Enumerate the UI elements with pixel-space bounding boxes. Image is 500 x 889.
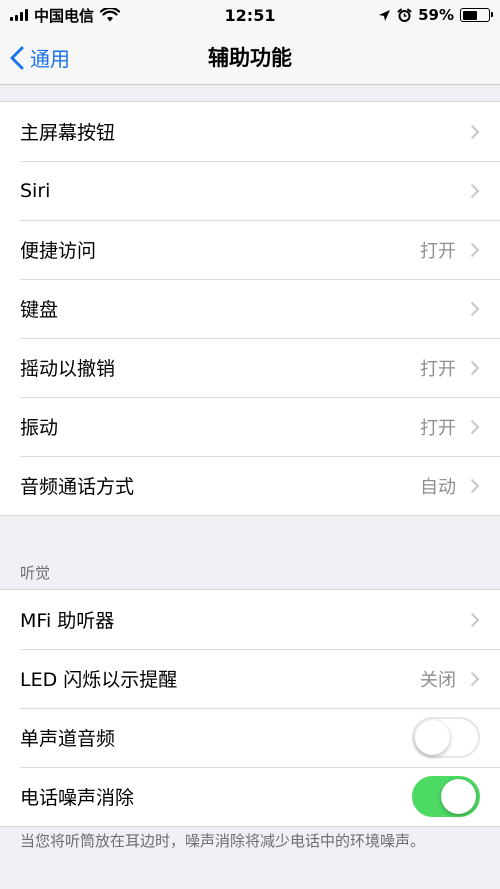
row-label: MFi 助听器: [20, 610, 115, 632]
row-label: LED 闪烁以示提醒: [20, 669, 178, 691]
chevron-right-icon: [470, 360, 480, 375]
row-value: 打开: [420, 240, 456, 262]
row-call-audio-routing[interactable]: 音频通话方式 自动: [0, 456, 500, 515]
signal-icon: [10, 9, 28, 21]
back-label: 通用: [30, 47, 70, 71]
mono-audio-toggle[interactable]: [412, 717, 480, 758]
row-siri[interactable]: Siri: [0, 161, 500, 220]
row-keyboard[interactable]: 键盘: [0, 279, 500, 338]
status-right: 59%: [378, 6, 493, 24]
wifi-icon: [100, 8, 121, 22]
chevron-right-icon: [470, 301, 480, 316]
row-value: 自动: [420, 476, 456, 498]
row-home-button[interactable]: 主屏幕按钮: [0, 102, 500, 161]
row-phone-noise-cancellation: 电话噪声消除: [0, 767, 500, 826]
hearing-settings-group: MFi 助听器 LED 闪烁以示提醒 关闭 单声道音频 电话噪声消除: [0, 589, 500, 827]
row-label: 单声道音频: [20, 728, 116, 750]
location-arrow-icon: [379, 9, 391, 21]
row-mfi-hearing-devices[interactable]: MFi 助听器: [0, 590, 500, 649]
row-label: Siri: [20, 179, 51, 202]
row-label: 便捷访问: [20, 240, 97, 262]
chevron-right-icon: [470, 419, 480, 434]
chevron-right-icon: [470, 242, 480, 257]
row-label: 摇动以撤销: [20, 358, 116, 380]
chevron-right-icon: [470, 478, 480, 493]
status-bar: 中国电信 12:51 59%: [0, 0, 500, 30]
chevron-right-icon: [470, 183, 480, 198]
status-left: 中国电信: [10, 5, 121, 26]
alarm-clock-icon: [397, 8, 412, 22]
back-button[interactable]: 通用: [10, 30, 70, 85]
row-value: 关闭: [420, 669, 456, 691]
page-title: 辅助功能: [208, 46, 292, 70]
chevron-right-icon: [470, 612, 480, 627]
chevron-right-icon: [470, 671, 480, 686]
toggle-knob: [415, 720, 450, 755]
row-mono-audio: 单声道音频: [0, 708, 500, 767]
general-settings-group: 主屏幕按钮 Siri 便捷访问 打开 键盘 摇动以撤销 打开 振动 打开 音频通…: [0, 101, 500, 516]
row-label: 音频通话方式: [20, 476, 135, 498]
battery-percent: 59%: [418, 6, 454, 24]
noise-cancellation-toggle[interactable]: [412, 776, 480, 817]
chevron-left-icon: [10, 46, 24, 69]
row-vibration[interactable]: 振动 打开: [0, 397, 500, 456]
navigation-bar: 通用 辅助功能: [0, 30, 500, 85]
toggle-knob: [441, 779, 476, 814]
carrier-name: 中国电信: [34, 6, 95, 25]
row-value: 打开: [420, 358, 456, 380]
row-label: 电话噪声消除: [20, 787, 135, 809]
row-label: 键盘: [20, 299, 59, 321]
row-label: 振动: [20, 417, 59, 439]
row-label: 主屏幕按钮: [20, 122, 116, 144]
row-reachability[interactable]: 便捷访问 打开: [0, 220, 500, 279]
battery-icon: [460, 8, 493, 22]
row-value: 打开: [420, 417, 456, 439]
row-led-flash-alerts[interactable]: LED 闪烁以示提醒 关闭: [0, 649, 500, 708]
footer-note: 当您将听筒放在耳边时，噪声消除将减少电话中的环境噪声。: [20, 832, 426, 850]
chevron-right-icon: [470, 124, 480, 139]
row-shake-to-undo[interactable]: 摇动以撤销 打开: [0, 338, 500, 397]
section-header-hearing: 听觉: [20, 564, 51, 582]
battery-fill: [462, 10, 478, 20]
